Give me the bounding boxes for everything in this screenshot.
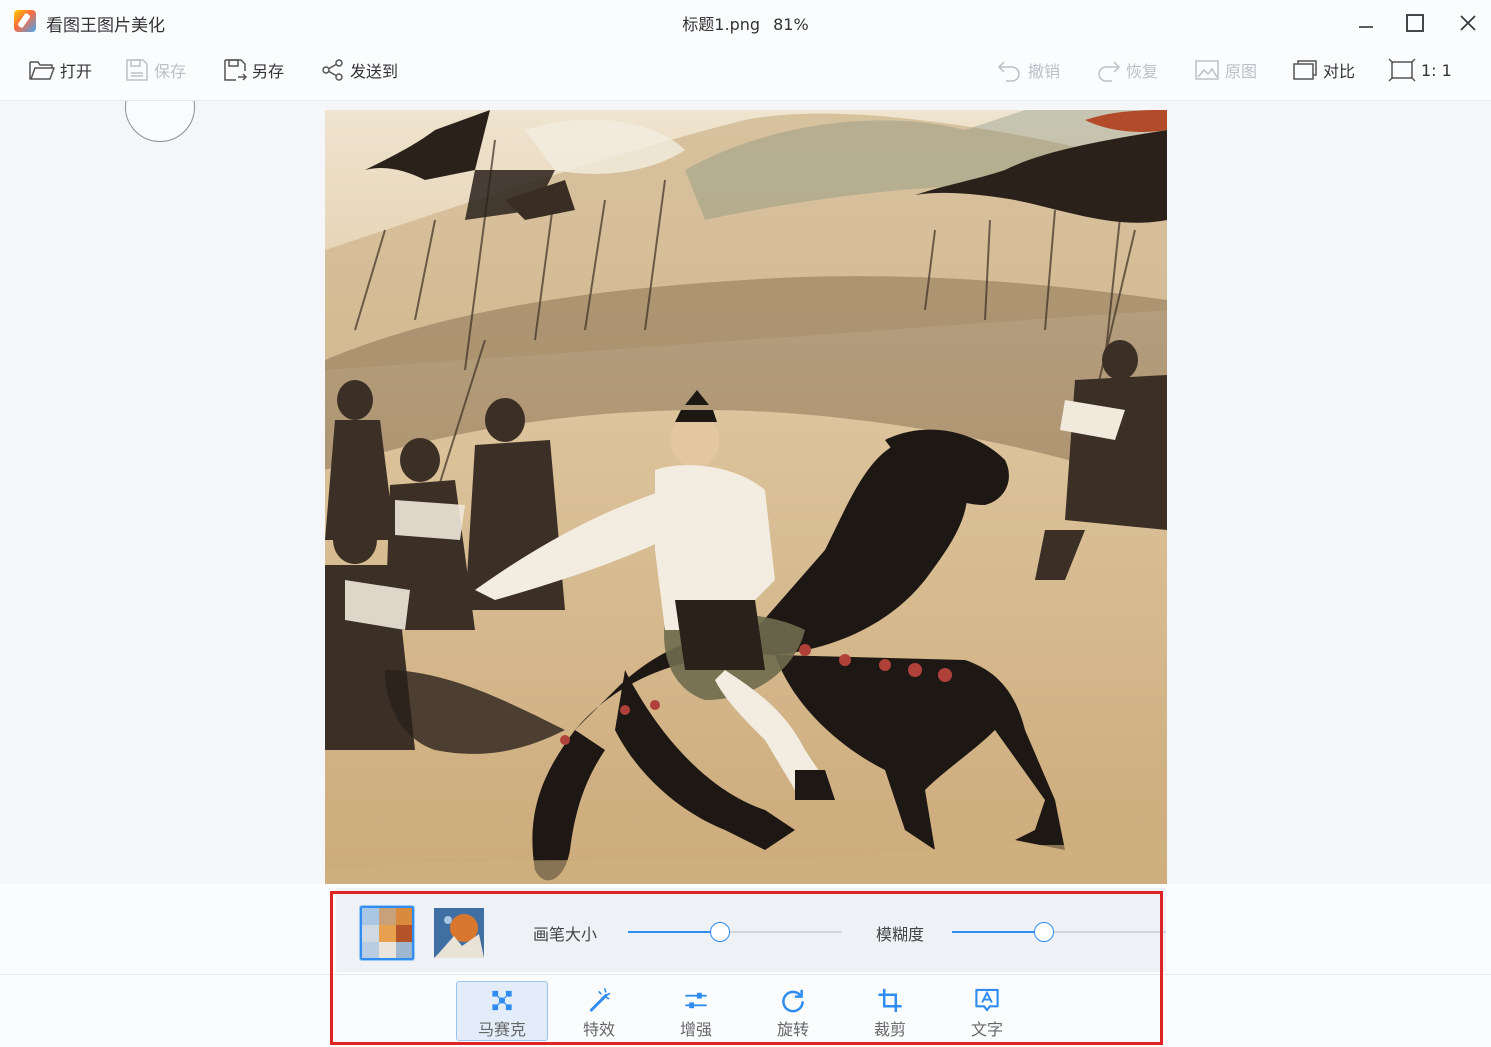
send-to-label: 发送到 xyxy=(350,62,399,81)
tool-enhance[interactable]: 增强 xyxy=(650,981,742,1041)
tool-mosaic[interactable]: 马赛克 xyxy=(456,981,548,1041)
undo-icon xyxy=(997,61,1020,82)
crop-icon xyxy=(878,988,902,1013)
divider xyxy=(0,974,1491,975)
original-label: 原图 xyxy=(1225,62,1258,81)
open-label: 打开 xyxy=(60,62,93,81)
text-icon xyxy=(975,988,999,1012)
compare-label: 对比 xyxy=(1323,62,1356,81)
edited-image[interactable] xyxy=(325,110,1167,884)
slider-fill xyxy=(952,931,1044,933)
tool-crop[interactable]: 裁剪 xyxy=(844,981,936,1041)
share-icon xyxy=(322,59,343,81)
blur-label: 模糊度 xyxy=(876,925,925,944)
tool-effects[interactable]: 特效 xyxy=(553,981,645,1041)
edit-panel: 画笔大小 模糊度 马赛克 特效 增强 旋转 裁剪 文字 xyxy=(0,884,1491,1047)
maximize-button[interactable] xyxy=(1395,6,1435,40)
battle-painting-illustration xyxy=(325,110,1167,884)
file-name: 标题1.png xyxy=(682,15,761,34)
pixel-mosaic-thumbnail-icon xyxy=(362,908,412,958)
magic-wand-icon xyxy=(589,988,611,1012)
tool-label: 增强 xyxy=(679,1020,712,1039)
save-icon xyxy=(126,59,148,81)
undo-button[interactable]: 撤销 xyxy=(996,55,1060,85)
adjust-sliders-icon xyxy=(685,992,707,1009)
tool-label: 裁剪 xyxy=(873,1020,906,1039)
rotate-icon xyxy=(782,989,804,1013)
actual-size-icon xyxy=(1388,58,1416,82)
minimize-icon xyxy=(1359,26,1373,28)
tool-label: 旋转 xyxy=(776,1020,809,1039)
compare-button[interactable]: 对比 xyxy=(1291,55,1355,85)
close-button[interactable] xyxy=(1448,6,1488,40)
save-button[interactable]: 保存 xyxy=(124,55,186,85)
mosaic-settings: 画笔大小 模糊度 xyxy=(336,888,1166,972)
save-as-label: 另存 xyxy=(252,62,285,81)
tool-text[interactable]: 文字 xyxy=(941,981,1033,1041)
zoom-level: 81% xyxy=(773,15,809,34)
undo-label: 撤销 xyxy=(1028,62,1061,81)
mosaic-style-pixel[interactable] xyxy=(360,906,414,960)
brush-cursor xyxy=(125,101,195,142)
tool-label: 特效 xyxy=(582,1020,615,1039)
image-icon xyxy=(1195,60,1219,80)
slider-fill xyxy=(628,931,720,933)
send-to-button[interactable]: 发送到 xyxy=(320,55,398,85)
maximize-icon xyxy=(1406,14,1424,32)
save-as-icon xyxy=(224,59,248,81)
tool-label: 马赛克 xyxy=(477,1020,526,1039)
save-label: 保存 xyxy=(154,62,187,81)
actual-size-button[interactable]: 1: 1 xyxy=(1387,55,1452,85)
open-button[interactable]: 打开 xyxy=(28,55,92,85)
redo-label: 恢复 xyxy=(1126,62,1159,81)
main-toolbar: 打开 保存 另存 发送到 撤销 恢复 原图 对比 1: 1 xyxy=(0,46,1491,101)
compare-icon xyxy=(1293,60,1317,80)
brush-size-label: 画笔大小 xyxy=(533,925,598,944)
artistic-mosaic-thumbnail-icon xyxy=(434,908,484,958)
actual-size-label: 1: 1 xyxy=(1421,60,1452,80)
redo-icon xyxy=(1098,61,1121,82)
folder-open-icon xyxy=(29,61,55,80)
slider-handle[interactable] xyxy=(710,922,730,942)
slider-handle[interactable] xyxy=(1034,922,1054,942)
minimize-button[interactable] xyxy=(1346,6,1386,40)
save-as-button[interactable]: 另存 xyxy=(222,55,284,85)
close-icon xyxy=(1460,15,1476,31)
tool-rotate[interactable]: 旋转 xyxy=(747,981,839,1041)
brush-size-slider[interactable] xyxy=(628,921,842,943)
redo-button[interactable]: 恢复 xyxy=(1094,55,1158,85)
mosaic-style-artistic[interactable] xyxy=(432,906,486,960)
document-title: 标题1.png 81% xyxy=(0,11,1491,35)
image-canvas[interactable] xyxy=(0,101,1491,884)
mosaic-icon xyxy=(492,990,512,1011)
original-button[interactable]: 原图 xyxy=(1193,55,1257,85)
title-bar: 看图王图片美化 标题1.png 81% xyxy=(0,0,1491,46)
tool-label: 文字 xyxy=(970,1020,1003,1039)
blur-slider[interactable] xyxy=(952,921,1166,943)
